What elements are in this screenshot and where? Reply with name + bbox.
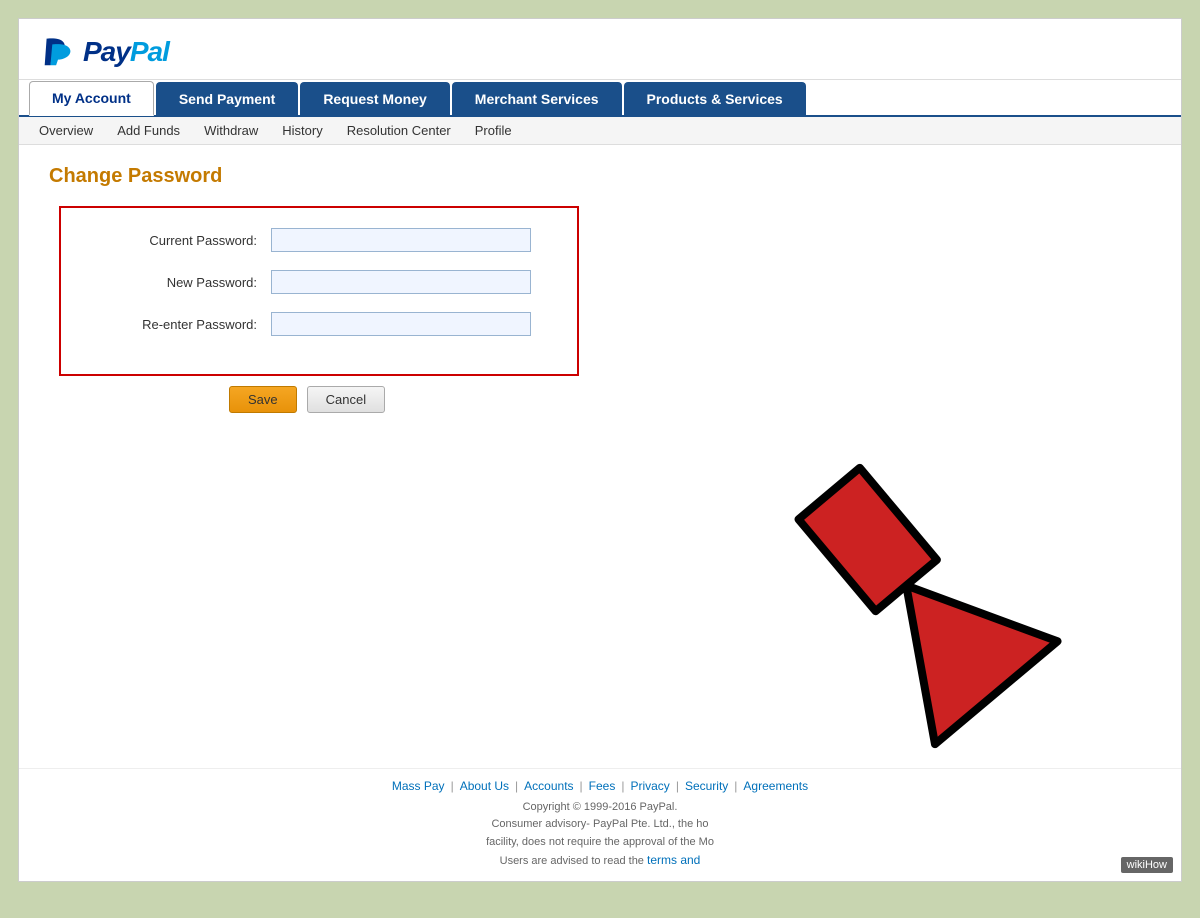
reenter-password-input[interactable] <box>271 312 531 336</box>
form-buttons: Save Cancel <box>229 386 1151 413</box>
tab-request-money[interactable]: Request Money <box>300 82 449 115</box>
footer-copyright: Copyright © 1999-2016 PayPal. Consumer a… <box>29 799 1171 871</box>
footer-link-accounts[interactable]: Accounts <box>524 779 573 793</box>
sub-nav: Overview Add Funds Withdraw History Reso… <box>19 117 1181 145</box>
footer-link-mass-pay[interactable]: Mass Pay <box>392 779 445 793</box>
footer-link-fees[interactable]: Fees <box>589 779 616 793</box>
new-password-input[interactable] <box>271 270 531 294</box>
page-title: Change Password <box>49 165 1151 188</box>
wikihow-badge: wikiHow <box>1121 857 1173 873</box>
paypal-logo: PayPal <box>39 33 1161 71</box>
sub-nav-resolution-center[interactable]: Resolution Center <box>347 123 451 138</box>
paypal-logo-icon <box>39 33 77 71</box>
tab-my-account[interactable]: My Account <box>29 81 154 116</box>
current-password-row: Current Password: <box>91 228 547 252</box>
tab-products-services[interactable]: Products & Services <box>624 82 806 115</box>
cancel-button[interactable]: Cancel <box>307 386 385 413</box>
sub-nav-overview[interactable]: Overview <box>39 123 93 138</box>
current-password-label: Current Password: <box>91 233 271 248</box>
paypal-logo-text: PayPal <box>83 36 169 68</box>
footer-link-agreements[interactable]: Agreements <box>743 779 808 793</box>
reenter-password-label: Re-enter Password: <box>91 317 271 332</box>
main-content: Change Password Current Password: New Pa… <box>19 145 1181 433</box>
tab-send-payment[interactable]: Send Payment <box>156 82 298 115</box>
footer: Mass Pay | About Us | Accounts | Fees | … <box>19 768 1181 881</box>
tab-merchant-services[interactable]: Merchant Services <box>452 82 622 115</box>
sub-nav-add-funds[interactable]: Add Funds <box>117 123 180 138</box>
sub-nav-withdraw[interactable]: Withdraw <box>204 123 258 138</box>
header: PayPal <box>19 19 1181 80</box>
footer-link-security[interactable]: Security <box>685 779 728 793</box>
footer-link-about-us[interactable]: About Us <box>460 779 509 793</box>
nav-tabs: My Account Send Payment Request Money Me… <box>19 80 1181 117</box>
change-password-form: Current Password: New Password: Re-enter… <box>59 206 579 376</box>
footer-terms-link[interactable]: terms and <box>647 853 700 867</box>
sub-nav-history[interactable]: History <box>282 123 322 138</box>
new-password-row: New Password: <box>91 270 547 294</box>
current-password-input[interactable] <box>271 228 531 252</box>
reenter-password-row: Re-enter Password: <box>91 312 547 336</box>
save-button[interactable]: Save <box>229 386 297 413</box>
footer-link-privacy[interactable]: Privacy <box>630 779 669 793</box>
sub-nav-profile[interactable]: Profile <box>475 123 512 138</box>
new-password-label: New Password: <box>91 275 271 290</box>
footer-links: Mass Pay | About Us | Accounts | Fees | … <box>29 779 1171 793</box>
